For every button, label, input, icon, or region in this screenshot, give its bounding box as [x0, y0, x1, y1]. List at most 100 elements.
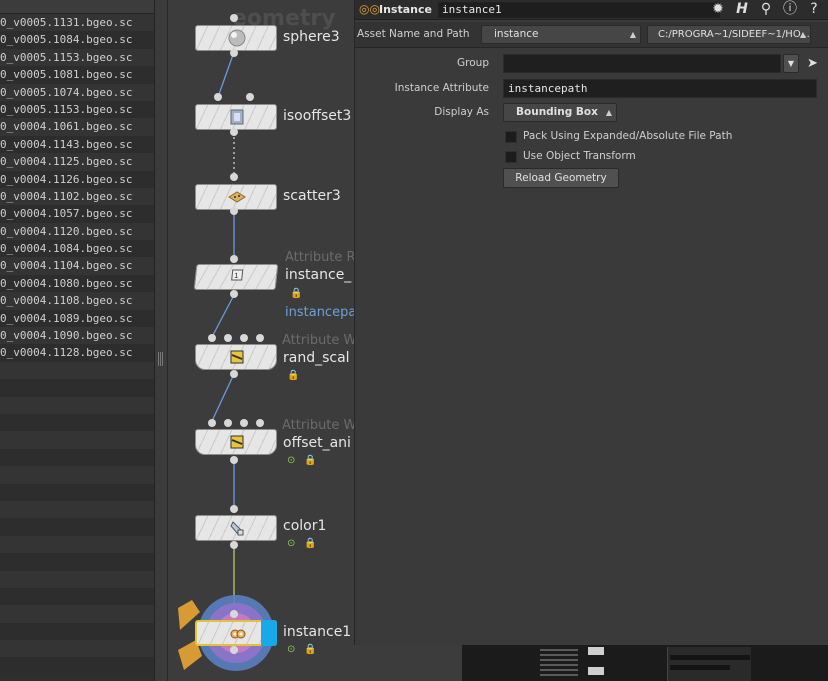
asset-name-menu[interactable]: instance ▲ [481, 25, 641, 44]
node-scatter3[interactable] [195, 184, 277, 210]
parameter-header: ◎◎ Instance instance1 ✹ H ⚲ ⓘ ? [355, 0, 828, 20]
file-list-item[interactable]: 0_v0004.1126.bgeo.sc [0, 170, 154, 188]
file-list-item[interactable]: 0_v0004.1061.bgeo.sc [0, 118, 154, 136]
node-label-color1: color1 [283, 518, 327, 534]
node-output-dot[interactable] [230, 541, 238, 549]
file-list-item[interactable]: 0_v0005.1074.bgeo.sc [0, 83, 154, 101]
help-h-icon[interactable]: H [734, 1, 750, 18]
node-input-dot[interactable] [240, 334, 248, 342]
lock-icon[interactable]: 🔒 [304, 538, 316, 549]
node-color1[interactable] [195, 515, 277, 541]
file-list-empty-row [0, 553, 154, 571]
file-list-empty-row [0, 518, 154, 536]
gear-icon[interactable]: ✹ [710, 1, 726, 18]
node-label-sphere3: sphere3 [283, 29, 340, 45]
node-output-dot[interactable] [230, 49, 238, 57]
file-list-item[interactable]: 0_v0004.1143.bgeo.sc [0, 135, 154, 154]
file-list-panel: 0_v0005.1131.bgeo.sc 0_v0005.1084.bgeo.sc… [0, 0, 154, 681]
operator-type-label: Instance [379, 3, 432, 16]
file-list-item[interactable]: 0_v0004.1090.bgeo.sc [0, 327, 154, 345]
node-output-dot[interactable] [230, 290, 238, 298]
file-list-item[interactable]: 0_v0005.1081.bgeo.sc [0, 66, 154, 84]
node-type-wrangle1: Attribute W [282, 333, 357, 348]
group-dropdown-button[interactable]: ▼ [783, 54, 799, 73]
network-thumbnail[interactable] [462, 645, 828, 681]
node-input-dot[interactable] [246, 93, 254, 101]
reload-geometry-button[interactable]: Reload Geometry [503, 168, 619, 188]
node-output-dot[interactable] [230, 207, 238, 215]
lock-icon[interactable]: 🔒 [304, 644, 316, 655]
node-input-dot[interactable] [214, 93, 222, 101]
node-label-isooffset3: isooffset3 [283, 108, 352, 124]
scatter-icon [228, 191, 246, 203]
node-input-dot[interactable] [256, 334, 264, 342]
lock-icon[interactable]: 🔒 [287, 370, 299, 381]
file-list-item[interactable]: 0_v0005.1153.bgeo.sc [0, 48, 154, 67]
node-output-dot[interactable] [230, 646, 238, 654]
node-input-dot[interactable] [230, 255, 238, 263]
file-list-item[interactable]: 0_v0004.1120.bgeo.sc [0, 222, 154, 241]
search-icon[interactable]: ⚲ [758, 1, 774, 18]
file-list-item[interactable]: 0_v0004.1128.bgeo.sc [0, 344, 154, 362]
display-as-label: Display As [434, 106, 489, 118]
display-flag[interactable] [261, 620, 277, 646]
node-input-dot[interactable] [230, 505, 238, 513]
file-list-header [0, 0, 154, 14]
operator-name-field[interactable]: instance1 [437, 1, 720, 18]
select-arrow-icon[interactable]: ➤ [807, 56, 818, 71]
bypass-flag-icon[interactable]: ⊙ [287, 644, 295, 655]
node-input-dot[interactable] [230, 14, 238, 22]
splitter-grip-icon[interactable] [158, 352, 164, 366]
file-list-item[interactable]: 0_v0004.1080.bgeo.sc [0, 274, 154, 293]
updown-arrow-icon: ▲ [799, 30, 806, 39]
file-list-item[interactable]: 0_v0004.1057.bgeo.sc [0, 205, 154, 223]
node-sphere3[interactable] [195, 25, 277, 51]
node-instance1[interactable] [195, 620, 277, 646]
node-input-dot[interactable] [256, 419, 264, 427]
node-type-wrangle2: Attribute W [282, 418, 357, 433]
file-list-item[interactable]: 0_v0004.1104.bgeo.sc [0, 257, 154, 275]
node-output-dot[interactable] [230, 370, 238, 378]
display-as-menu[interactable]: Bounding Box ▲ [503, 103, 617, 122]
lock-icon[interactable]: 🔒 [304, 455, 316, 466]
node-input-dot[interactable] [230, 610, 238, 618]
node-input-dot[interactable] [230, 173, 238, 181]
info-icon[interactable]: ⓘ [782, 1, 798, 18]
node-label-scatter3: scatter3 [283, 188, 341, 204]
node-input-dot[interactable] [240, 419, 248, 427]
asset-path-menu[interactable]: C:/PROGRA~1/SIDEEF~1/HO... ▲ [647, 25, 811, 44]
file-list-item[interactable]: 0_v0005.1084.bgeo.sc [0, 31, 154, 49]
node-input-dot[interactable] [208, 419, 216, 427]
header-icons: ✹ H ⚲ ⓘ ? [710, 1, 822, 18]
bypass-flag-icon[interactable]: ⊙ [287, 538, 295, 549]
file-list-item[interactable]: 0_v0005.1131.bgeo.sc [0, 14, 154, 32]
use-object-transform-checkbox[interactable] [505, 151, 517, 163]
node-input-dot[interactable] [224, 334, 232, 342]
node-rand-scal[interactable] [195, 344, 277, 370]
file-list-item[interactable]: 0_v0004.1102.bgeo.sc [0, 187, 154, 206]
file-list-empty-row [0, 587, 154, 606]
instance-attribute-field[interactable]: instancepath [503, 79, 817, 98]
file-list-item[interactable]: 0_v0005.1153.bgeo.sc [0, 100, 154, 119]
help-icon[interactable]: ? [806, 1, 822, 18]
file-list-item[interactable]: 0_v0004.1108.bgeo.sc [0, 292, 154, 310]
bypass-flag-icon[interactable]: ⊙ [287, 455, 295, 466]
node-offset-ani[interactable] [195, 429, 277, 455]
node-isooffset3[interactable] [195, 104, 277, 130]
node-input-dot[interactable] [224, 419, 232, 427]
file-list-item[interactable]: 0_v0004.1089.bgeo.sc [0, 309, 154, 328]
node-output-dot[interactable] [230, 456, 238, 464]
file-list-empty-row [0, 500, 154, 519]
file-list-item[interactable]: 0_v0004.1125.bgeo.sc [0, 153, 154, 171]
display-as-row: Display As Bounding Box ▲ [355, 103, 828, 123]
group-field[interactable] [503, 54, 781, 73]
file-list-empty-row [0, 570, 154, 588]
node-output-dot[interactable] [230, 128, 238, 136]
lock-icon[interactable]: 🔒 [290, 288, 302, 299]
pack-expanded-checkbox[interactable] [505, 131, 517, 143]
node-instance-rename[interactable]: 1 [193, 264, 279, 290]
node-input-dot[interactable] [208, 334, 216, 342]
node-attribute-link[interactable]: instancepa [285, 305, 356, 320]
pane-splitter[interactable] [154, 0, 168, 681]
file-list-item[interactable]: 0_v0004.1084.bgeo.sc [0, 240, 154, 258]
